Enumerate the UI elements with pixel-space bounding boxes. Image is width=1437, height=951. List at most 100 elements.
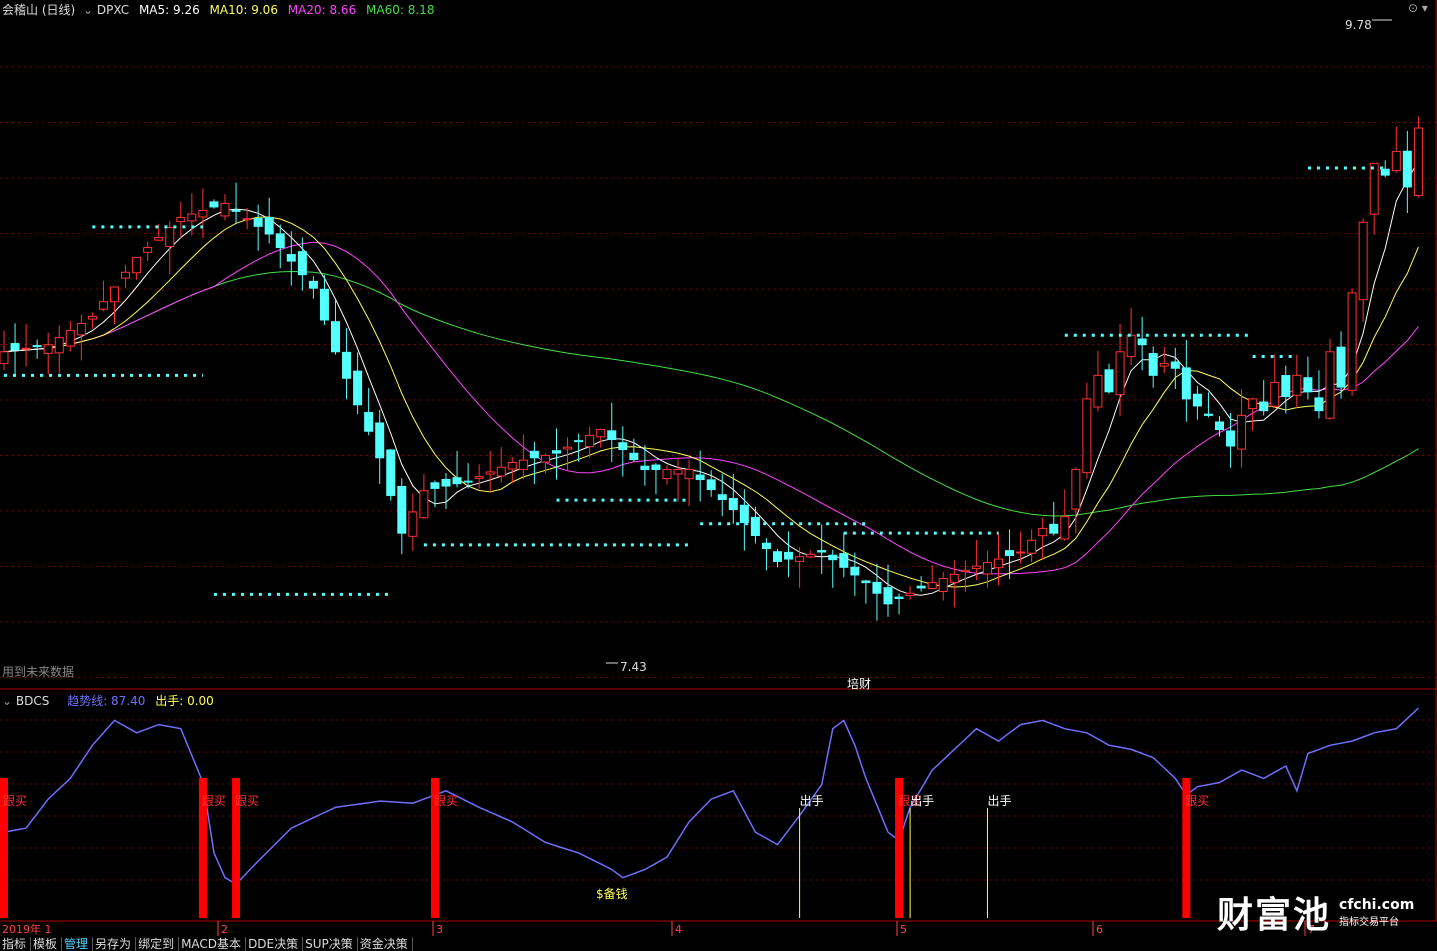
candle-body <box>1060 516 1070 540</box>
tab-1[interactable]: 模板 <box>31 937 63 951</box>
candle-body <box>994 558 1003 569</box>
ma10-line <box>3 216 1419 588</box>
candle-body <box>253 218 263 227</box>
candle-body <box>1270 381 1280 407</box>
window-controls[interactable]: ⊙ ▾ <box>1408 1 1428 15</box>
candle-body <box>540 454 550 463</box>
candle-body <box>1215 421 1224 431</box>
dropdown-icon[interactable]: ▾ <box>1422 1 1428 15</box>
candle-body <box>1380 168 1390 176</box>
candle <box>397 478 407 555</box>
candle-body <box>198 209 208 218</box>
candle <box>916 576 926 592</box>
candle <box>1402 130 1412 214</box>
candle-body <box>308 280 318 289</box>
sub-indicator-name[interactable]: BDCS <box>16 694 49 708</box>
tab-7[interactable]: SUP决策 <box>303 937 358 951</box>
candle <box>971 539 981 581</box>
candle-body <box>651 464 661 471</box>
candle-body <box>596 429 606 438</box>
candle <box>353 352 363 415</box>
candle <box>585 426 595 458</box>
watermark-brand: 财富池 <box>1217 894 1332 936</box>
candle-body <box>21 347 31 350</box>
candle <box>905 586 915 600</box>
candle-body <box>1325 351 1335 419</box>
buy-signal-label: 跟买 <box>1185 794 1209 808</box>
candle-body <box>761 542 771 549</box>
money-label: $备钱 <box>596 886 628 901</box>
candle <box>441 472 451 510</box>
candle <box>331 299 340 355</box>
candle <box>618 426 628 477</box>
tab-0[interactable]: 指标 <box>0 937 32 951</box>
candle-body <box>187 213 197 222</box>
indicator-name[interactable]: DPXC <box>97 3 129 17</box>
candle <box>872 563 882 621</box>
candle-body <box>1005 550 1015 557</box>
candle-body <box>143 247 153 253</box>
tab-2[interactable]: 管理 <box>62 937 94 951</box>
month-tick-label: 3 <box>436 923 443 936</box>
buy-signal-label: 跟买 <box>202 794 226 808</box>
candle <box>1203 392 1213 418</box>
candle-body <box>375 422 385 459</box>
sub-collapse-icon[interactable]: ⌄ <box>2 694 12 708</box>
tab-8[interactable]: 资金决策 <box>358 937 413 951</box>
candle-body <box>43 344 53 354</box>
candle-body <box>938 578 948 592</box>
tab-4[interactable]: 绑定到 <box>136 937 180 951</box>
candle <box>165 221 175 275</box>
candle-body <box>485 471 495 475</box>
sell-signal-label: 出手 <box>800 794 824 808</box>
candle <box>43 332 53 375</box>
candle <box>1347 288 1357 396</box>
candle <box>10 323 20 377</box>
candle-body <box>927 582 937 589</box>
candle <box>574 433 584 462</box>
candle <box>419 474 429 520</box>
candle <box>1104 363 1114 394</box>
candle-body <box>0 351 9 365</box>
tab-5[interactable]: MACD基本 <box>179 937 247 951</box>
candle <box>739 489 749 551</box>
candle-body <box>662 469 672 480</box>
candle-body <box>386 449 396 496</box>
candle-body <box>1027 539 1037 554</box>
candle-body <box>1314 397 1324 412</box>
candle-body <box>1170 361 1180 369</box>
candle-body <box>717 494 727 501</box>
candle <box>1049 501 1059 536</box>
candle <box>507 457 517 484</box>
ma5-line <box>3 160 1419 596</box>
candle <box>308 276 318 299</box>
candle <box>684 460 694 507</box>
future-data-note: 用到未来数据 <box>2 665 75 679</box>
candle <box>1159 346 1169 373</box>
candle-body <box>750 516 760 537</box>
tab-3[interactable]: 另存为 <box>93 937 137 951</box>
candle-body <box>474 476 484 479</box>
candle-body <box>1181 367 1191 400</box>
cursor-icon[interactable]: ⊙ <box>1408 1 1418 15</box>
candle-body <box>176 217 186 223</box>
candle <box>87 312 97 329</box>
month-tick-label: 5 <box>900 923 907 936</box>
candle-body <box>1137 338 1147 346</box>
candle-body <box>1049 523 1059 534</box>
candle <box>596 428 606 448</box>
candle <box>1259 380 1269 416</box>
sell-signal-label: 出手 <box>987 794 1011 808</box>
collapse-icon[interactable]: ⌄ <box>83 3 93 17</box>
candle <box>1148 346 1158 388</box>
candle <box>121 264 131 289</box>
candle-body <box>960 569 970 573</box>
tab-6[interactable]: DDE决策 <box>246 937 304 951</box>
candle-body <box>242 218 252 221</box>
candle-body <box>1292 374 1302 396</box>
candle <box>1292 354 1302 409</box>
candle-body <box>883 587 893 605</box>
candle <box>1369 162 1379 235</box>
candle <box>176 201 186 239</box>
sell-label: 出手: 0.00 <box>155 694 214 708</box>
